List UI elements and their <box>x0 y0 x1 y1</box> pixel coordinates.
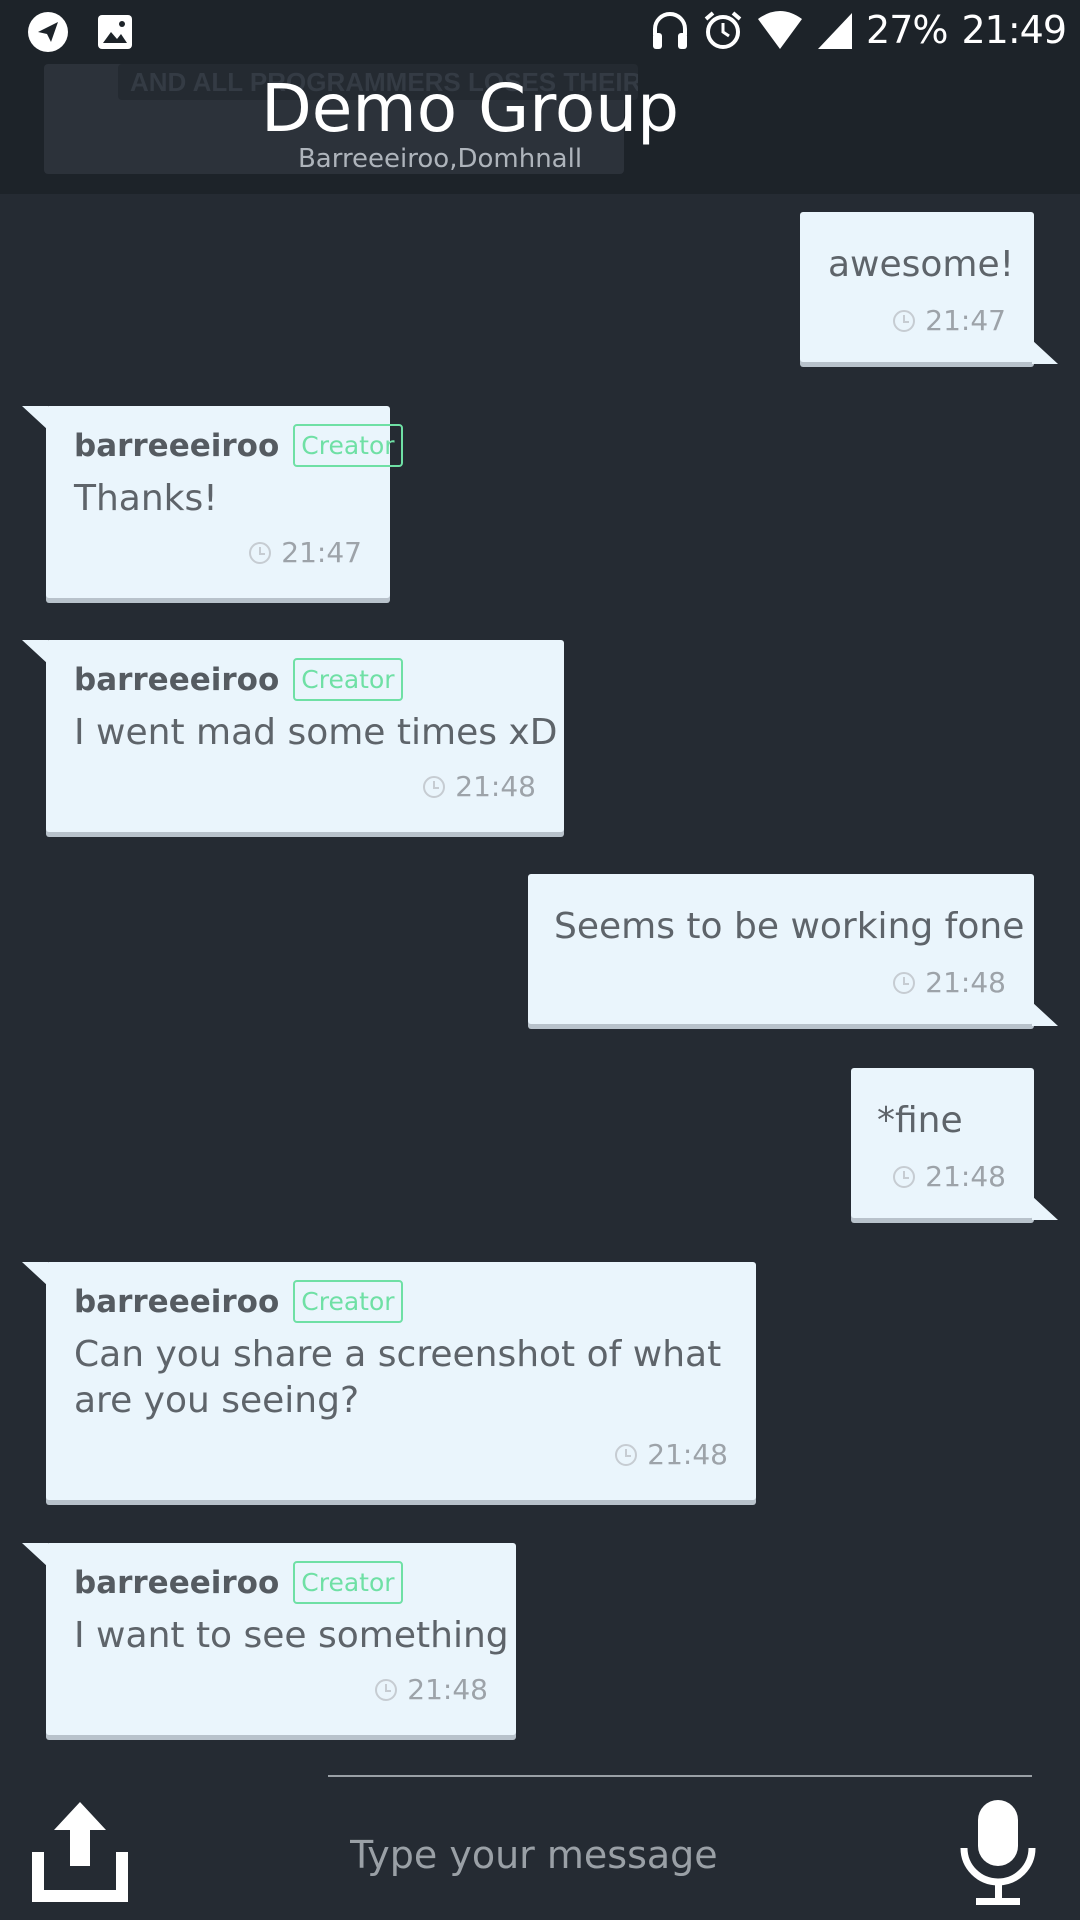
alarm-icon <box>704 11 742 49</box>
signal-icon <box>818 13 853 49</box>
message-bubble-outgoing[interactable]: awesome! 21:47 <box>800 212 1058 364</box>
sender-name[interactable]: barreeeiroo <box>74 662 279 698</box>
message-time: 21:48 <box>893 1160 1006 1193</box>
message-timestamp: 21:47 <box>281 536 362 569</box>
message-text-line: Can you share a screenshot of what <box>74 1334 722 1375</box>
message-text: awesome! <box>828 244 1015 285</box>
message-bubble-incoming[interactable]: barreeeiroo Creator Thanks! 21:47 <box>22 406 403 598</box>
clock-icon <box>893 971 916 994</box>
message-text: *fine <box>877 1100 963 1141</box>
message-time: 21:48 <box>375 1673 488 1706</box>
status-bar: 27% 21:49 <box>0 0 1080 64</box>
headphones-icon <box>653 12 688 49</box>
clock-icon <box>893 309 916 332</box>
message-timestamp: 21:48 <box>925 966 1006 999</box>
microphone-button[interactable] <box>950 1796 1046 1908</box>
message-input[interactable] <box>350 1820 910 1890</box>
message-time: 21:48 <box>893 966 1006 999</box>
message-timestamp: 21:48 <box>455 770 536 803</box>
share-button[interactable] <box>30 1796 130 1906</box>
message-bubble-outgoing[interactable]: Seems to be working fone 21:48 <box>528 874 1058 1026</box>
message-text: Can you share a screenshot of what are y… <box>74 1332 721 1424</box>
message-bubble-incoming[interactable]: barreeeiroo Creator I want to see someth… <box>22 1543 516 1735</box>
clock-icon <box>615 1443 638 1466</box>
wifi-icon <box>758 11 803 49</box>
chat-title[interactable]: Demo Group <box>0 70 940 147</box>
creator-badge: Creator <box>293 658 403 701</box>
message-time: 21:47 <box>249 536 362 569</box>
message-bubble-outgoing[interactable]: *fine 21:48 <box>851 1068 1058 1220</box>
message-timestamp: 21:48 <box>647 1438 728 1471</box>
message-timestamp: 21:47 <box>925 304 1006 337</box>
clock-icon <box>893 1165 916 1188</box>
clock-icon <box>249 541 272 564</box>
telegram-icon <box>28 12 68 52</box>
composer-underline <box>328 1775 1032 1777</box>
message-timestamp: 21:48 <box>407 1673 488 1706</box>
message-bubble-incoming[interactable]: barreeeiroo Creator Can you share a scre… <box>22 1262 756 1500</box>
creator-badge: Creator <box>293 1561 403 1604</box>
chat-members: Barreeeiroo,Domhnall <box>297 144 583 174</box>
message-bubble-incoming[interactable]: barreeeiroo Creator I went mad some time… <box>22 640 564 832</box>
sender-name[interactable]: barreeeiroo <box>74 1565 279 1601</box>
message-time: 21:48 <box>615 1438 728 1471</box>
share-upload-icon <box>32 1802 128 1902</box>
microphone-icon <box>960 1800 1036 1905</box>
chat-header[interactable]: AND ALL PROGRAMMERS LOSES THEIR MINDS De… <box>0 64 1080 194</box>
message-text: Seems to be working fone <box>554 906 1025 947</box>
sender-name[interactable]: barreeeiroo <box>74 428 279 464</box>
message-time: 21:47 <box>893 304 1006 337</box>
message-text: I want to see something <box>74 1615 509 1656</box>
message-text: Thanks! <box>74 478 218 519</box>
message-time: 21:48 <box>423 770 536 803</box>
message-text: I went mad some times xD <box>74 712 558 753</box>
message-text-line: are you seeing? <box>74 1380 360 1421</box>
clock-icon <box>375 1678 398 1701</box>
image-icon <box>98 15 132 49</box>
sender-name[interactable]: barreeeiroo <box>74 1284 279 1320</box>
creator-badge: Creator <box>293 424 403 467</box>
creator-badge: Creator <box>293 1280 403 1323</box>
clock-time: 21:49 <box>961 8 1067 52</box>
message-timestamp: 21:48 <box>925 1160 1006 1193</box>
battery-percentage: 27% <box>866 8 948 52</box>
clock-icon <box>423 775 446 798</box>
